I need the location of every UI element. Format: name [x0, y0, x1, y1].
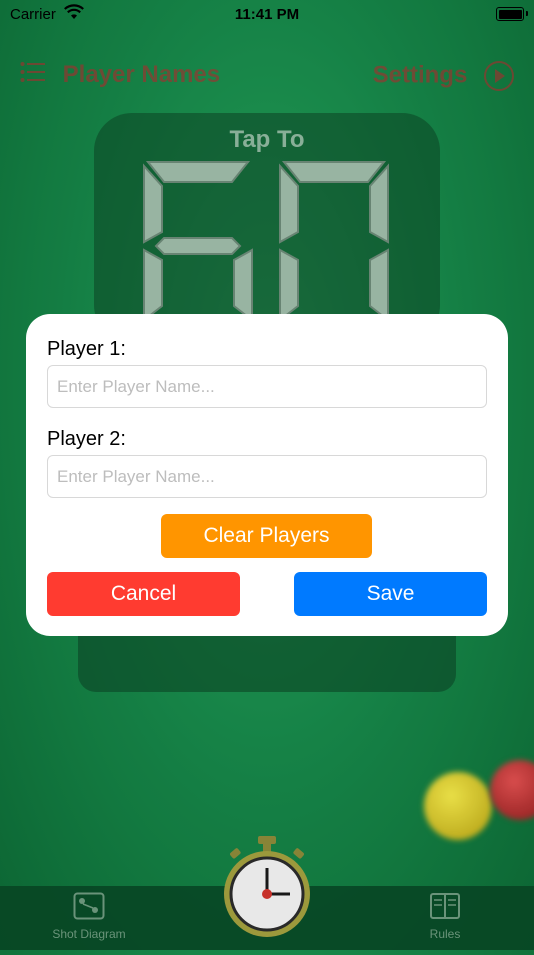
player1-label: Player 1: — [47, 338, 126, 360]
save-button[interactable]: Save — [294, 572, 487, 616]
cancel-button[interactable]: Cancel — [47, 572, 240, 616]
clear-players-button[interactable]: Clear Players — [161, 514, 372, 558]
player2-label: Player 2: — [47, 428, 126, 450]
player2-input[interactable] — [47, 455, 487, 498]
player1-input[interactable] — [47, 365, 487, 408]
player-names-dialog: Player 1: Player 2: Clear Players Cancel… — [26, 314, 508, 636]
